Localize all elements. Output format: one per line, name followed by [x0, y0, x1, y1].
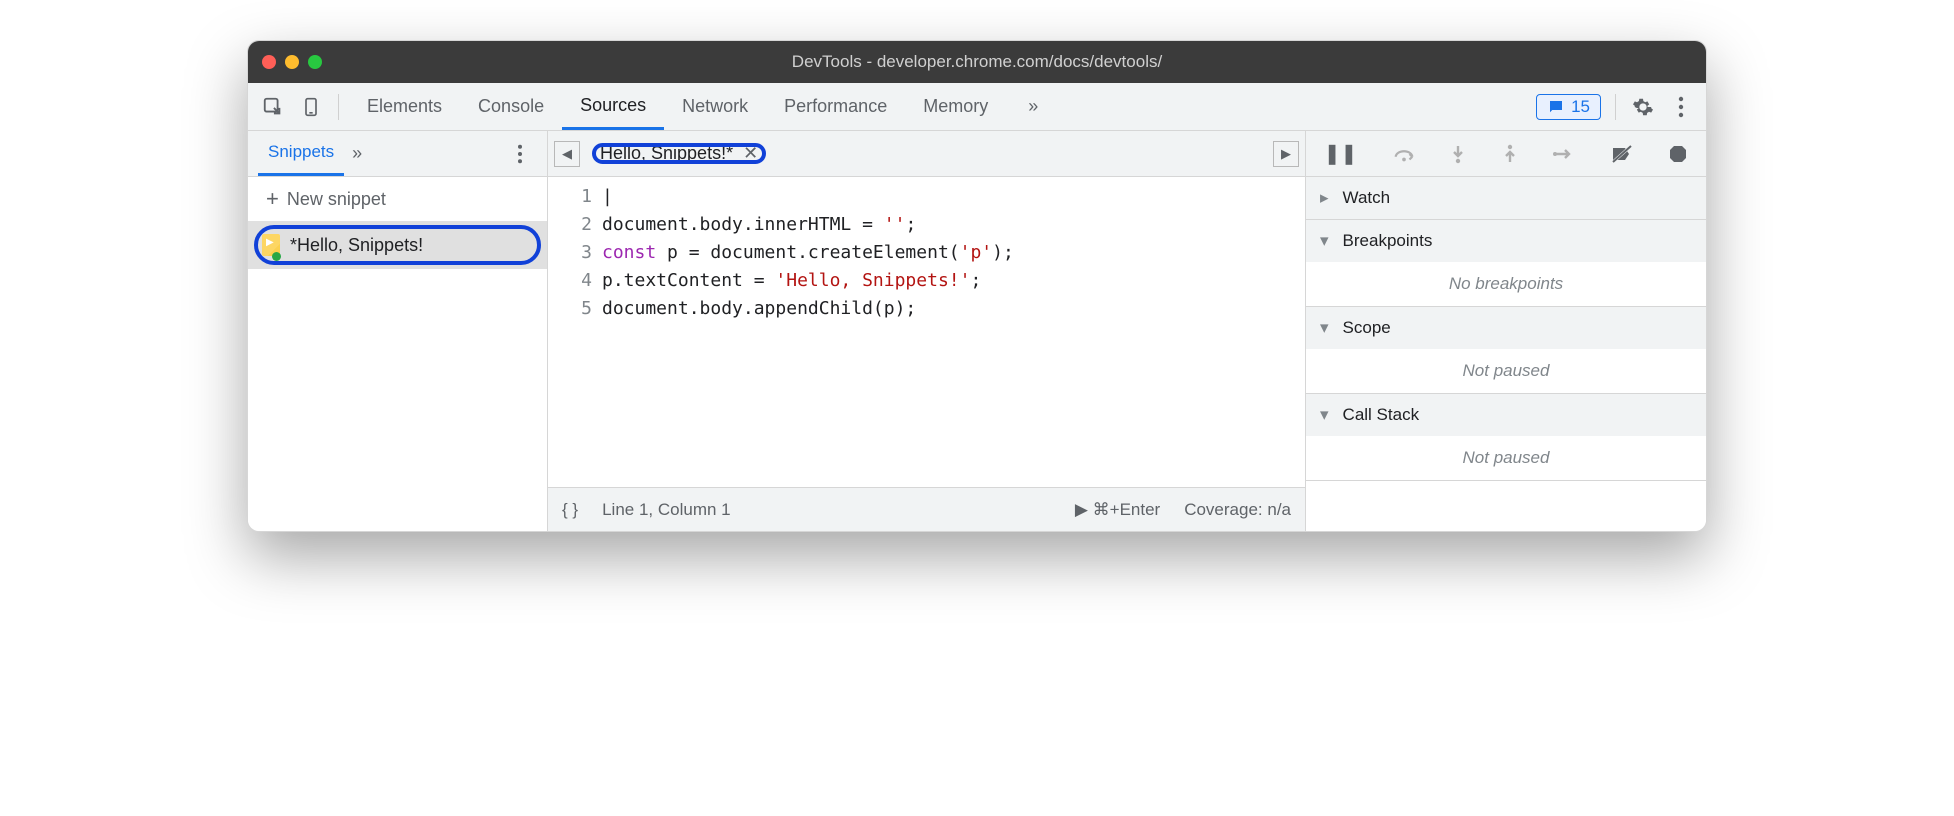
- section-label: Watch: [1343, 188, 1391, 208]
- minimize-window-button[interactable]: [285, 55, 299, 69]
- disclosure-triangle-icon[interactable]: [1320, 405, 1335, 425]
- format-code-icon[interactable]: { }: [562, 500, 578, 520]
- inspect-element-icon[interactable]: [256, 90, 290, 124]
- panel-tab-performance[interactable]: Performance: [766, 83, 905, 130]
- section-body: Not paused: [1306, 349, 1706, 393]
- close-tab-icon[interactable]: ✕: [743, 143, 758, 164]
- editor-statusbar: { } Line 1, Column 1 ▶ ⌘+Enter Coverage:…: [548, 487, 1305, 531]
- tab-scroll-left-icon[interactable]: ◀: [554, 141, 580, 167]
- panel-tab-elements[interactable]: Elements: [349, 83, 460, 130]
- section-label: Breakpoints: [1343, 231, 1433, 251]
- cursor-position: Line 1, Column 1: [602, 500, 731, 520]
- step-into-icon[interactable]: [1450, 144, 1466, 164]
- new-snippet-label: New snippet: [287, 189, 386, 210]
- section-header[interactable]: Breakpoints: [1306, 220, 1706, 262]
- disclosure-triangle-icon[interactable]: [1320, 231, 1335, 251]
- coverage-status: Coverage: n/a: [1184, 500, 1291, 520]
- snippet-list: + New snippet *Hello, Snippets!: [248, 177, 547, 531]
- navigator-head: Snippets »: [248, 131, 547, 177]
- section-header[interactable]: Scope: [1306, 307, 1706, 349]
- navigator-tab-snippets[interactable]: Snippets: [258, 131, 344, 176]
- panel-tab-console[interactable]: Console: [460, 83, 562, 130]
- panel-tabs: ElementsConsoleSourcesNetworkPerformance…: [349, 83, 1006, 130]
- devtools-window: DevTools - developer.chrome.com/docs/dev…: [247, 40, 1707, 532]
- kebab-menu-icon[interactable]: [1664, 90, 1698, 124]
- panel-tab-network[interactable]: Network: [664, 83, 766, 130]
- editor-pane: ◀ Hello, Snippets!* ✕ ▶ 12345 |document.…: [548, 131, 1306, 531]
- content: Snippets » + New snippet *Hello, Snippet…: [248, 131, 1706, 531]
- disclosure-triangle-icon[interactable]: [1320, 188, 1335, 208]
- traffic-lights: [262, 55, 322, 69]
- debugger-toolbar: ❚❚: [1306, 131, 1706, 177]
- run-snippet-button[interactable]: ▶ ⌘+Enter: [1075, 500, 1160, 520]
- deactivate-breakpoints-icon[interactable]: [1611, 144, 1633, 164]
- main-toolbar: ElementsConsoleSourcesNetworkPerformance…: [248, 83, 1706, 131]
- debug-section-scope: Scope Not paused: [1306, 307, 1706, 394]
- file-tab-label: Hello, Snippets!*: [600, 143, 733, 164]
- panel-tab-sources[interactable]: Sources: [562, 83, 664, 130]
- panel-tab-memory[interactable]: Memory: [905, 83, 1006, 130]
- toolbar-divider: [1615, 94, 1616, 120]
- debug-section-call-stack: Call Stack Not paused: [1306, 394, 1706, 481]
- navigator-overflow[interactable]: »: [352, 143, 362, 164]
- pause-icon[interactable]: ❚❚: [1324, 141, 1358, 166]
- issues-button[interactable]: 15: [1536, 94, 1601, 120]
- section-body: Not paused: [1306, 436, 1706, 480]
- settings-icon[interactable]: [1626, 90, 1660, 124]
- code-area[interactable]: |document.body.innerHTML = '';const p = …: [602, 183, 1305, 481]
- zoom-window-button[interactable]: [308, 55, 322, 69]
- section-body: No breakpoints: [1306, 262, 1706, 306]
- step-icon[interactable]: [1553, 147, 1575, 161]
- line-gutter: 12345: [548, 183, 602, 481]
- section-header[interactable]: Call Stack: [1306, 394, 1706, 436]
- close-window-button[interactable]: [262, 55, 276, 69]
- step-out-icon[interactable]: [1502, 144, 1518, 164]
- section-header[interactable]: Watch: [1306, 177, 1706, 219]
- device-toggle-icon[interactable]: [294, 90, 328, 124]
- file-tab[interactable]: Hello, Snippets!* ✕: [586, 139, 772, 168]
- snippet-item-label: *Hello, Snippets!: [290, 235, 423, 256]
- toolbar-divider: [338, 94, 339, 120]
- navigator-pane: Snippets » + New snippet *Hello, Snippet…: [248, 131, 548, 531]
- debug-section-breakpoints: Breakpoints No breakpoints: [1306, 220, 1706, 307]
- modified-indicator-icon: [272, 252, 281, 261]
- panel-overflow[interactable]: »: [1010, 96, 1056, 117]
- file-tab-bar: ◀ Hello, Snippets!* ✕ ▶: [548, 131, 1305, 177]
- debug-section-watch: Watch: [1306, 177, 1706, 220]
- pause-on-exceptions-icon[interactable]: [1668, 144, 1688, 164]
- section-label: Scope: [1343, 318, 1391, 338]
- step-over-icon[interactable]: [1393, 145, 1415, 163]
- snippet-item[interactable]: *Hello, Snippets!: [248, 221, 547, 269]
- issues-count: 15: [1571, 97, 1590, 117]
- new-snippet-button[interactable]: + New snippet: [248, 177, 547, 221]
- navigator-menu-icon[interactable]: [503, 137, 537, 171]
- debugger-pane: ❚❚ WatchBreak: [1306, 131, 1706, 531]
- window-title: DevTools - developer.chrome.com/docs/dev…: [248, 52, 1706, 72]
- disclosure-triangle-icon[interactable]: [1320, 318, 1335, 338]
- titlebar: DevTools - developer.chrome.com/docs/dev…: [248, 41, 1706, 83]
- tab-scroll-right-icon[interactable]: ▶: [1273, 141, 1299, 167]
- section-label: Call Stack: [1343, 405, 1420, 425]
- code-editor[interactable]: 12345 |document.body.innerHTML = '';cons…: [548, 177, 1305, 487]
- plus-icon: +: [266, 186, 279, 212]
